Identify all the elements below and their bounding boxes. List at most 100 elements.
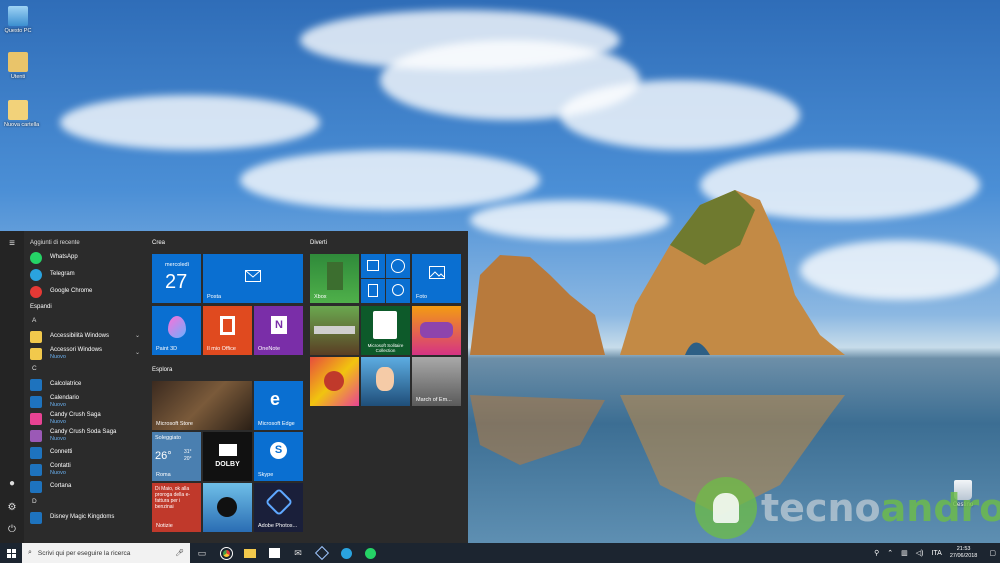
app-list-item[interactable]: Calendario Nuovo <box>26 393 144 410</box>
start-rail: ≡ ● ⚙ ⏻ <box>0 231 24 543</box>
disney-tile[interactable] <box>203 483 252 532</box>
skype-label: Skype <box>258 472 274 478</box>
app-list-item[interactable]: Candy Crush Saga Nuovo <box>26 410 144 427</box>
march-label: March of Em... <box>416 397 452 403</box>
calculator-icon <box>368 284 378 297</box>
weather-condition: Soleggiato <box>155 435 181 441</box>
soda-logo-icon <box>420 322 453 338</box>
tecnoandroid-watermark: tecnoandroid <box>695 476 1000 540</box>
mail-tile-label: Posta <box>207 294 222 300</box>
section-letter[interactable]: C <box>26 362 144 376</box>
edge-tile[interactable]: e Microsoft Edge <box>254 381 303 430</box>
app-icon <box>30 480 42 493</box>
app-list-item[interactable]: Calcolatrice <box>26 376 144 393</box>
march-of-empires-tile[interactable]: March of Em... <box>412 357 461 406</box>
store-icon[interactable] <box>262 543 286 563</box>
chrome-icon[interactable] <box>214 543 238 563</box>
solitaire-tile[interactable]: Microsoft Solitaire Collection <box>361 306 410 355</box>
section-letter[interactable]: D <box>26 495 144 509</box>
minecraft-tile[interactable] <box>310 306 359 355</box>
file-explorer-icon[interactable] <box>238 543 262 563</box>
office-tile[interactable]: Il mio Office <box>203 306 252 355</box>
calendar-date: 27 <box>165 271 188 293</box>
paint3d-tile[interactable]: Paint 3D <box>152 306 201 355</box>
mail-tile[interactable]: Posta <box>203 254 303 303</box>
calendar-tile[interactable]: mercoledì 27 <box>152 254 201 303</box>
user-folder-icon[interactable]: Utenti <box>4 52 32 80</box>
app-list-item[interactable]: Accessibilità Windows ⌄ <box>26 328 144 345</box>
app-list-item[interactable]: Cortana <box>26 478 144 495</box>
movies-tile[interactable] <box>361 254 385 278</box>
maps-tile[interactable] <box>386 279 410 303</box>
expand-button[interactable]: Espandi <box>26 300 144 314</box>
candy-crush-tile[interactable] <box>310 357 359 406</box>
clock[interactable]: 21:53 27/06/2018 <box>950 546 978 560</box>
start-button[interactable] <box>0 543 22 563</box>
whatsapp-icon[interactable] <box>358 543 382 563</box>
app-icon <box>30 330 42 343</box>
this-pc-icon[interactable]: Questo PC <box>4 6 32 34</box>
app-list-item[interactable]: Contatti Nuovo <box>26 461 144 478</box>
app-icon <box>30 347 42 360</box>
chevron-down-icon[interactable]: ⌄ <box>135 332 140 339</box>
photoshop-taskbar-icon[interactable] <box>310 543 334 563</box>
windows-logo-icon <box>6 548 16 558</box>
app-label: Contatti <box>50 462 71 469</box>
chevron-down-icon[interactable]: ⌄ <box>135 349 140 356</box>
network-icon[interactable]: ▥ <box>901 549 908 557</box>
groove-tile[interactable] <box>386 254 410 278</box>
app-list-item[interactable]: Disney Magic Kingdoms <box>26 509 144 526</box>
app-label: Google Chrome <box>50 288 93 294</box>
section-letter[interactable]: A <box>26 314 144 328</box>
xbox-tile[interactable]: Xbox <box>310 254 359 303</box>
microphone-icon[interactable]: 🎤︎ <box>175 549 184 557</box>
photoshop-tile[interactable]: Adobe Photos... <box>254 483 303 532</box>
recent-app-item[interactable]: Telegram <box>26 266 144 283</box>
app-list-item[interactable]: Candy Crush Soda Saga Nuovo <box>26 427 144 444</box>
app-icon <box>30 251 42 264</box>
weather-tile[interactable]: Soleggiato 26° 31° 20° Roma <box>152 432 201 481</box>
new-badge: Nuovo <box>50 401 66 408</box>
recent-app-item[interactable]: WhatsApp <box>26 249 144 266</box>
paint3d-icon <box>168 316 186 338</box>
volume-icon[interactable]: ◁) <box>916 549 924 557</box>
skype-tile[interactable]: S Skype <box>254 432 303 481</box>
people-icon[interactable]: ⚲ <box>874 549 879 557</box>
search-placeholder: Scrivi qui per eseguire la ricerca <box>37 549 131 557</box>
taskbar: ⌕ Scrivi qui per eseguire la ricerca 🎤︎ … <box>0 543 1000 563</box>
new-folder-label: Nuova cartella <box>4 122 40 128</box>
language-indicator[interactable]: ITA <box>931 550 941 557</box>
hamburger-menu-icon[interactable]: ≡ <box>4 237 20 251</box>
app-label: Disney Magic Kingdoms <box>50 514 115 520</box>
disney-kingdoms-tile[interactable] <box>361 357 410 406</box>
app-list-item[interactable]: Accessori Windows Nuovo ⌄ <box>26 345 144 362</box>
new-badge: Nuovo <box>50 418 66 425</box>
photos-icon <box>429 266 445 279</box>
mail-icon[interactable]: ✉ <box>286 543 310 563</box>
calculator-tile[interactable] <box>361 279 385 303</box>
dolby-icon <box>219 444 237 456</box>
user-account-icon[interactable]: ● <box>4 477 20 491</box>
power-icon[interactable]: ⏻ <box>4 523 20 537</box>
playing-cards-icon <box>373 311 397 339</box>
dolby-tile[interactable]: DOLBY <box>203 432 252 481</box>
recent-app-item[interactable]: Google Chrome <box>26 283 144 300</box>
app-icon <box>30 268 42 281</box>
photos-tile[interactable]: Foto <box>412 254 461 303</box>
notifications-icon[interactable]: ▢ <box>989 549 996 557</box>
show-hidden-icons-chevron-icon[interactable]: ⌃ <box>887 549 893 557</box>
onenote-tile[interactable]: N OneNote <box>254 306 303 355</box>
photoshop-icon <box>264 487 294 517</box>
news-tile[interactable]: Di Maio, ok alla proroga della e-fattura… <box>152 483 201 532</box>
new-folder-icon[interactable]: Nuova cartella <box>4 100 40 128</box>
app-list-item[interactable]: Connetti <box>26 444 144 461</box>
weather-hi: 31° <box>184 449 192 455</box>
task-view-icon[interactable]: ▭ <box>190 543 214 563</box>
settings-gear-icon[interactable]: ⚙ <box>4 501 20 515</box>
start-menu: ≡ ● ⚙ ⏻ Aggiunti di recente WhatsApp Tele… <box>0 231 468 543</box>
store-tile[interactable]: Microsoft Store <box>152 381 252 430</box>
telegram-icon[interactable] <box>334 543 358 563</box>
search-box[interactable]: ⌕ Scrivi qui per eseguire la ricerca 🎤︎ <box>22 543 190 563</box>
candy-soda-tile[interactable] <box>412 306 461 355</box>
weather-city: Roma <box>156 472 171 478</box>
